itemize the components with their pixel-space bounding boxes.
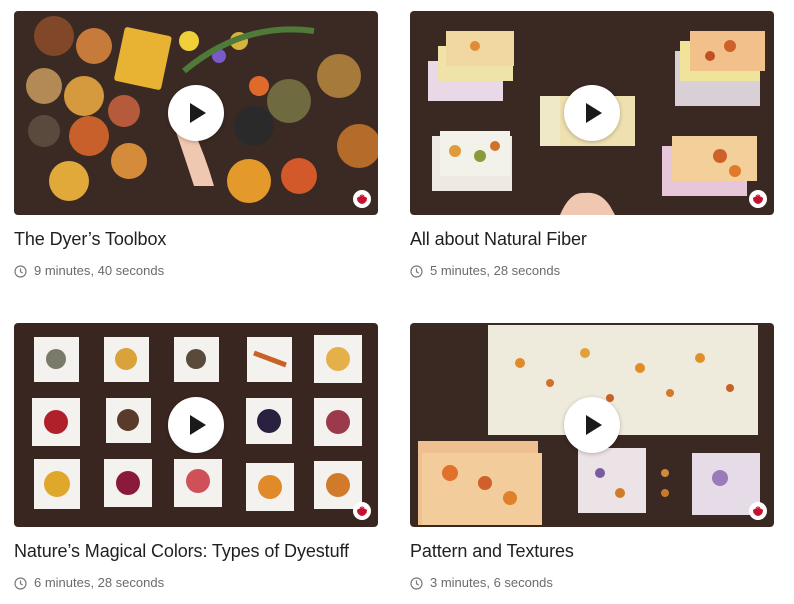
duration-text: 6 minutes, 28 seconds — [34, 575, 165, 590]
video-title[interactable]: Pattern and Textures — [410, 540, 774, 562]
video-card[interactable]: Nature’s Magical Colors: Types of Dyestu… — [14, 323, 378, 591]
play-button[interactable] — [564, 85, 620, 141]
video-card[interactable]: All about Natural Fiber 5 minutes, 28 se… — [410, 11, 774, 279]
brand-badge-icon — [353, 502, 371, 520]
video-card[interactable]: The Dyer’s Toolbox 9 minutes, 40 seconds — [14, 11, 378, 279]
play-button[interactable] — [168, 397, 224, 453]
brand-badge-icon — [353, 190, 371, 208]
clock-icon — [14, 264, 27, 278]
brand-badge-icon — [749, 502, 767, 520]
play-button[interactable] — [564, 397, 620, 453]
play-icon — [190, 415, 206, 435]
play-icon — [190, 103, 206, 123]
duration-text: 3 minutes, 6 seconds — [430, 575, 553, 590]
play-icon — [586, 103, 602, 123]
clock-icon — [14, 576, 27, 590]
play-icon — [586, 415, 602, 435]
video-duration: 5 minutes, 28 seconds — [410, 263, 774, 279]
video-thumbnail[interactable] — [410, 11, 774, 215]
video-title[interactable]: All about Natural Fiber — [410, 228, 774, 250]
clock-icon — [410, 264, 423, 278]
video-duration: 6 minutes, 28 seconds — [14, 575, 378, 591]
clock-icon — [410, 576, 423, 590]
video-title[interactable]: The Dyer’s Toolbox — [14, 228, 378, 250]
video-card[interactable]: Pattern and Textures 3 minutes, 6 second… — [410, 323, 774, 591]
video-duration: 3 minutes, 6 seconds — [410, 575, 774, 591]
video-thumbnail[interactable] — [410, 323, 774, 527]
brand-badge-icon — [749, 190, 767, 208]
video-thumbnail[interactable] — [14, 323, 378, 527]
video-thumbnail[interactable] — [14, 11, 378, 215]
video-title[interactable]: Nature’s Magical Colors: Types of Dyestu… — [14, 540, 378, 562]
play-button[interactable] — [168, 85, 224, 141]
video-duration: 9 minutes, 40 seconds — [14, 263, 378, 279]
duration-text: 9 minutes, 40 seconds — [34, 263, 165, 278]
duration-text: 5 minutes, 28 seconds — [430, 263, 561, 278]
